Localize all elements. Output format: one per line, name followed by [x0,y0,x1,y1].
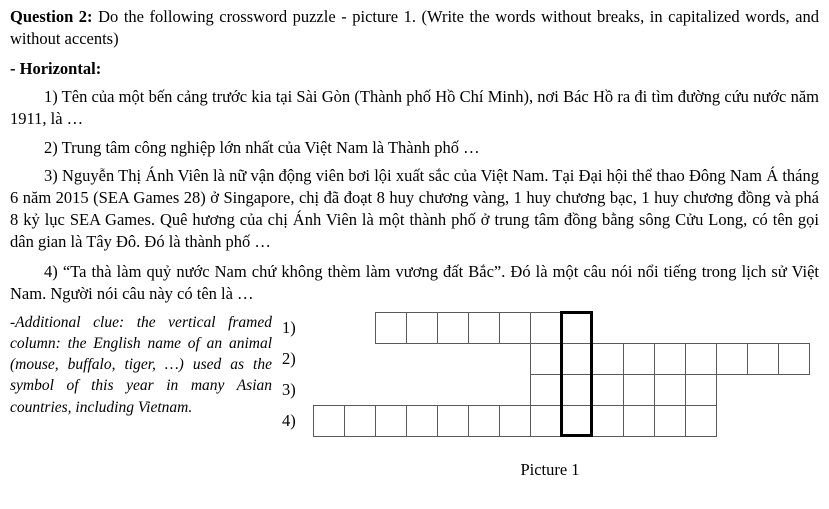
horizontal-section-label: - Horizontal: [10,58,102,78]
crossword-cell[interactable] [716,343,748,376]
crossword-cell[interactable] [778,343,810,376]
crossword-cell[interactable] [375,312,407,345]
crossword-cell[interactable] [654,374,686,407]
crossword-cell[interactable] [406,312,438,345]
crossword-cell[interactable] [468,312,500,345]
crossword-cell[interactable] [623,374,655,407]
worksheet-page: Question 2: Do the following crossword p… [0,0,829,509]
crossword-cell[interactable] [592,343,624,376]
crossword-cell[interactable] [561,343,593,376]
question-number: Question 2: [10,7,93,26]
crossword-row [313,405,717,438]
crossword-cell[interactable] [344,405,376,438]
clue-item-3: 3) Nguyễn Thị Ánh Viên là nữ vận động vi… [10,165,819,252]
figure-caption: Picture 1 [520,460,580,480]
crossword-grid[interactable] [272,311,828,457]
crossword-cell[interactable] [530,374,562,407]
clue-item-2: 2) Trung tâm công nghiệp lớn nhất của Vi… [44,138,480,158]
question-prompt: Do the following crossword puzzle - pict… [10,7,819,48]
crossword-row [530,343,810,376]
crossword-cell[interactable] [499,405,531,438]
crossword-cell[interactable] [468,405,500,438]
crossword-cell[interactable] [623,343,655,376]
crossword-cell[interactable] [375,405,407,438]
additional-clue-note: -Additional clue: the vertical framed co… [10,314,272,416]
crossword-cell[interactable] [437,312,469,345]
crossword-cell[interactable] [685,374,717,407]
crossword-cell[interactable] [685,405,717,438]
crossword-cell[interactable] [561,374,593,407]
crossword-cell[interactable] [654,343,686,376]
crossword-cell[interactable] [592,374,624,407]
crossword-cell[interactable] [530,343,562,376]
crossword-row [530,374,717,407]
puzzle-area: -Additional clue: the vertical framed co… [10,311,819,487]
crossword-cell[interactable] [530,405,562,438]
crossword-cell[interactable] [499,312,531,345]
crossword-cell[interactable] [623,405,655,438]
crossword-row [375,312,593,345]
clue-item-1: 1) Tên của một bến cảng trước kia tại Sà… [10,86,819,129]
crossword-cell[interactable] [561,312,593,345]
crossword-cell[interactable] [313,405,345,438]
crossword-cell[interactable] [685,343,717,376]
crossword-grid-area: 1) 2) 3) 4) Picture 1 [272,311,828,487]
crossword-cell[interactable] [654,405,686,438]
crossword-cell[interactable] [561,405,593,438]
crossword-cell[interactable] [437,405,469,438]
crossword-cell[interactable] [530,312,562,345]
crossword-cell[interactable] [406,405,438,438]
crossword-cell[interactable] [747,343,779,376]
question-heading: Question 2: Do the following crossword p… [10,6,819,50]
clue-item-4: 4) “Ta thà làm quỷ nước Nam chứ không th… [10,261,819,303]
crossword-cell[interactable] [592,405,624,438]
